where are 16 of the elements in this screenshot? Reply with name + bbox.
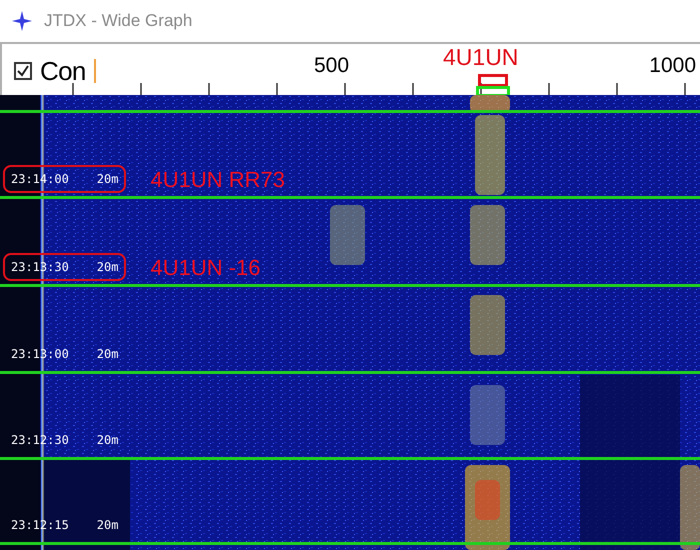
annotation-text: 4U1UN RR73 — [150, 169, 285, 191]
band-label: 20m — [96, 517, 118, 534]
window-title: JTDX - Wide Graph — [44, 10, 192, 32]
annotation-bracket — [478, 74, 508, 87]
scale-label: 500 — [314, 53, 350, 79]
annotation-text: 4U1UN -16 — [150, 257, 261, 279]
band-label: 20m — [96, 432, 118, 449]
checkbox-label[interactable]: Con — [40, 58, 86, 84]
annotation-label: 4U1UN — [443, 46, 518, 69]
checkbox[interactable] — [14, 62, 32, 80]
checkmark-icon — [17, 65, 29, 77]
band-label: 20m — [96, 171, 118, 188]
scale-label: 1000 — [649, 53, 696, 79]
star-icon — [12, 11, 32, 31]
band-label: 20m — [96, 346, 118, 363]
band-label: 20m — [96, 259, 118, 276]
